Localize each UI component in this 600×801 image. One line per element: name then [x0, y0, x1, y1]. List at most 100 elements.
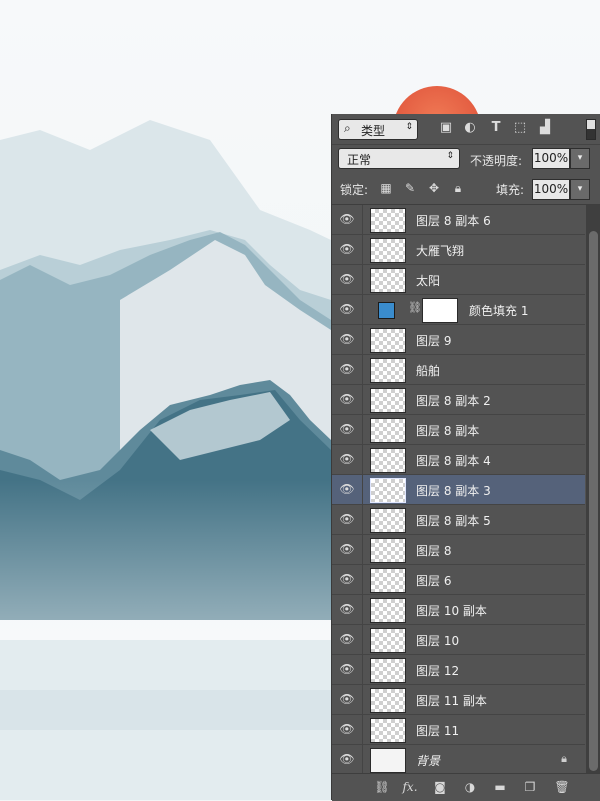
filter-toggle-switch[interactable] — [586, 119, 596, 140]
layer-row[interactable]: 👁︎ 图层 6 — [332, 565, 585, 595]
layer-mask-thumbnail[interactable] — [422, 298, 458, 323]
new-adjustment-icon[interactable]: ◑ — [462, 779, 478, 795]
layer-name[interactable]: 太阳 — [416, 272, 440, 289]
layer-name[interactable]: 图层 11 — [416, 722, 459, 739]
layer-name[interactable]: 图层 10 — [416, 632, 459, 649]
layer-row[interactable]: 👁︎ 图层 8 副本 6 — [332, 205, 585, 235]
visibility-eye-icon[interactable]: 👁︎ — [332, 265, 363, 294]
layer-name[interactable]: 大雁飞翔 — [416, 242, 464, 259]
visibility-eye-icon[interactable]: 👁︎ — [332, 595, 363, 624]
image-filter-icon[interactable]: ▣ — [438, 120, 454, 136]
lock-label: 锁定: — [340, 183, 369, 197]
layer-name[interactable]: 颜色填充 1 — [469, 302, 528, 319]
lock-position-icon[interactable]: ✥ — [426, 180, 442, 196]
layer-name[interactable]: 图层 8 副本 6 — [416, 212, 491, 229]
layer-name[interactable]: 图层 8 — [416, 542, 451, 559]
lock-all-icon[interactable]: 🔒︎ — [450, 180, 466, 196]
layer-row[interactable]: 👁︎ 图层 10 副本 — [332, 595, 585, 625]
layer-thumbnail — [370, 658, 406, 683]
layer-row[interactable]: 👁︎ 船舶 — [332, 355, 585, 385]
visibility-eye-icon[interactable]: 👁︎ — [332, 745, 363, 774]
fill-input[interactable]: 100% — [532, 179, 570, 200]
layer-row[interactable]: 👁︎ 图层 8 副本 5 — [332, 505, 585, 535]
layer-row[interactable]: 👁︎ 图层 10 — [332, 625, 585, 655]
fill-dropdown-button[interactable]: ▾ — [570, 179, 590, 200]
mask-link-icon[interactable]: ⛓ — [408, 301, 422, 314]
visibility-eye-icon[interactable]: 👁︎ — [332, 685, 363, 714]
layer-row[interactable]: 👁︎ 图层 9 — [332, 325, 585, 355]
trash-icon[interactable]: 🗑︎ — [554, 779, 570, 795]
add-mask-icon[interactable]: ◙ — [432, 779, 448, 795]
layer-name[interactable]: 图层 8 副本 2 — [416, 392, 491, 409]
layer-row[interactable]: 👁︎ 太阳 — [332, 265, 585, 295]
updown-arrows-icon: ⇕ — [446, 151, 454, 161]
blend-mode-select[interactable]: 正常 ⇕ — [338, 148, 460, 169]
layer-thumbnail — [370, 418, 406, 443]
blend-mode-value: 正常 — [347, 153, 372, 167]
visibility-eye-icon[interactable]: 👁︎ — [332, 565, 363, 594]
layer-thumbnail — [370, 688, 406, 713]
layer-row[interactable]: 👁︎ 图层 11 — [332, 715, 585, 745]
layer-row[interactable]: 👁︎ 图层 11 副本 — [332, 685, 585, 715]
layer-row[interactable]: 👁︎ 图层 8 副本 2 — [332, 385, 585, 415]
smart-object-filter-icon[interactable]: ▟ — [537, 120, 553, 136]
layer-row[interactable]: 👁︎ 图层 12 — [332, 655, 585, 685]
layer-row[interactable]: 👁︎ 大雁飞翔 — [332, 235, 585, 265]
shape-filter-icon[interactable]: ⬚ — [512, 120, 528, 136]
visibility-eye-icon[interactable]: 👁︎ — [332, 235, 363, 264]
visibility-eye-icon[interactable]: 👁︎ — [332, 445, 363, 474]
lock-transparent-pixels-icon[interactable]: ▦ — [378, 180, 394, 196]
fx-icon[interactable]: fx. — [402, 779, 418, 795]
layer-name[interactable]: 图层 6 — [416, 572, 451, 589]
layer-row[interactable]: 👁︎ ⛓ 颜色填充 1 — [332, 295, 585, 325]
layer-name[interactable]: 船舶 — [416, 362, 440, 379]
visibility-eye-icon[interactable]: 👁︎ — [332, 325, 363, 354]
search-icon: ⌕ — [344, 121, 351, 135]
layer-thumbnail — [370, 358, 406, 383]
layer-name[interactable]: 图层 8 副本 4 — [416, 452, 491, 469]
layer-thumbnail — [370, 388, 406, 413]
visibility-eye-icon[interactable]: 👁︎ — [332, 295, 363, 324]
lock-image-pixels-icon[interactable]: ✎ — [402, 180, 418, 196]
layer-row[interactable]: 👁︎ 图层 8 — [332, 535, 585, 565]
layer-row[interactable]: 👁︎ 图层 8 副本 — [332, 415, 585, 445]
layer-filter-select[interactable]: ⌕ 类型 ⇕ — [338, 119, 418, 140]
visibility-eye-icon[interactable]: 👁︎ — [332, 205, 363, 234]
layer-thumbnail — [370, 328, 406, 353]
visibility-eye-icon[interactable]: 👁︎ — [332, 385, 363, 414]
layer-list-scrollbar[interactable] — [586, 205, 600, 773]
scrollbar-thumb[interactable] — [589, 231, 598, 771]
visibility-eye-icon[interactable]: 👁︎ — [332, 655, 363, 684]
opacity-input[interactable]: 100% — [532, 148, 570, 169]
link-layers-icon[interactable]: ⛓ — [374, 779, 390, 795]
fill-label: 填充: — [496, 183, 525, 197]
layer-row[interactable]: 👁︎ 背景 🔒︎ — [332, 745, 585, 775]
layer-thumbnail — [370, 598, 406, 623]
layer-name[interactable]: 图层 9 — [416, 332, 451, 349]
layer-thumbnail — [370, 478, 406, 503]
visibility-eye-icon[interactable]: 👁︎ — [332, 415, 363, 444]
visibility-eye-icon[interactable]: 👁︎ — [332, 475, 363, 504]
opacity-dropdown-button[interactable]: ▾ — [570, 148, 590, 169]
layer-thumbnail — [370, 448, 406, 473]
layer-name[interactable]: 图层 12 — [416, 662, 459, 679]
type-filter-icon[interactable]: T — [488, 120, 504, 136]
layer-name[interactable]: 图层 8 副本 5 — [416, 512, 491, 529]
visibility-eye-icon[interactable]: 👁︎ — [332, 625, 363, 654]
layer-name[interactable]: 图层 8 副本 — [416, 422, 479, 439]
adjustment-filter-icon[interactable]: ◐ — [462, 120, 478, 136]
layer-name[interactable]: 背景 — [416, 752, 440, 769]
new-layer-icon[interactable]: ❐ — [522, 779, 538, 795]
new-group-icon[interactable]: ▬ — [492, 779, 508, 795]
layer-row[interactable]: 👁︎ 图层 8 副本 3 — [332, 475, 585, 505]
fill-color-swatch[interactable] — [378, 302, 395, 319]
visibility-eye-icon[interactable]: 👁︎ — [332, 715, 363, 744]
layer-thumbnail — [370, 268, 406, 293]
layer-row[interactable]: 👁︎ 图层 8 副本 4 — [332, 445, 585, 475]
layer-name[interactable]: 图层 8 副本 3 — [416, 482, 491, 499]
layer-name[interactable]: 图层 11 副本 — [416, 692, 487, 709]
visibility-eye-icon[interactable]: 👁︎ — [332, 535, 363, 564]
layer-name[interactable]: 图层 10 副本 — [416, 602, 487, 619]
visibility-eye-icon[interactable]: 👁︎ — [332, 505, 363, 534]
visibility-eye-icon[interactable]: 👁︎ — [332, 355, 363, 384]
